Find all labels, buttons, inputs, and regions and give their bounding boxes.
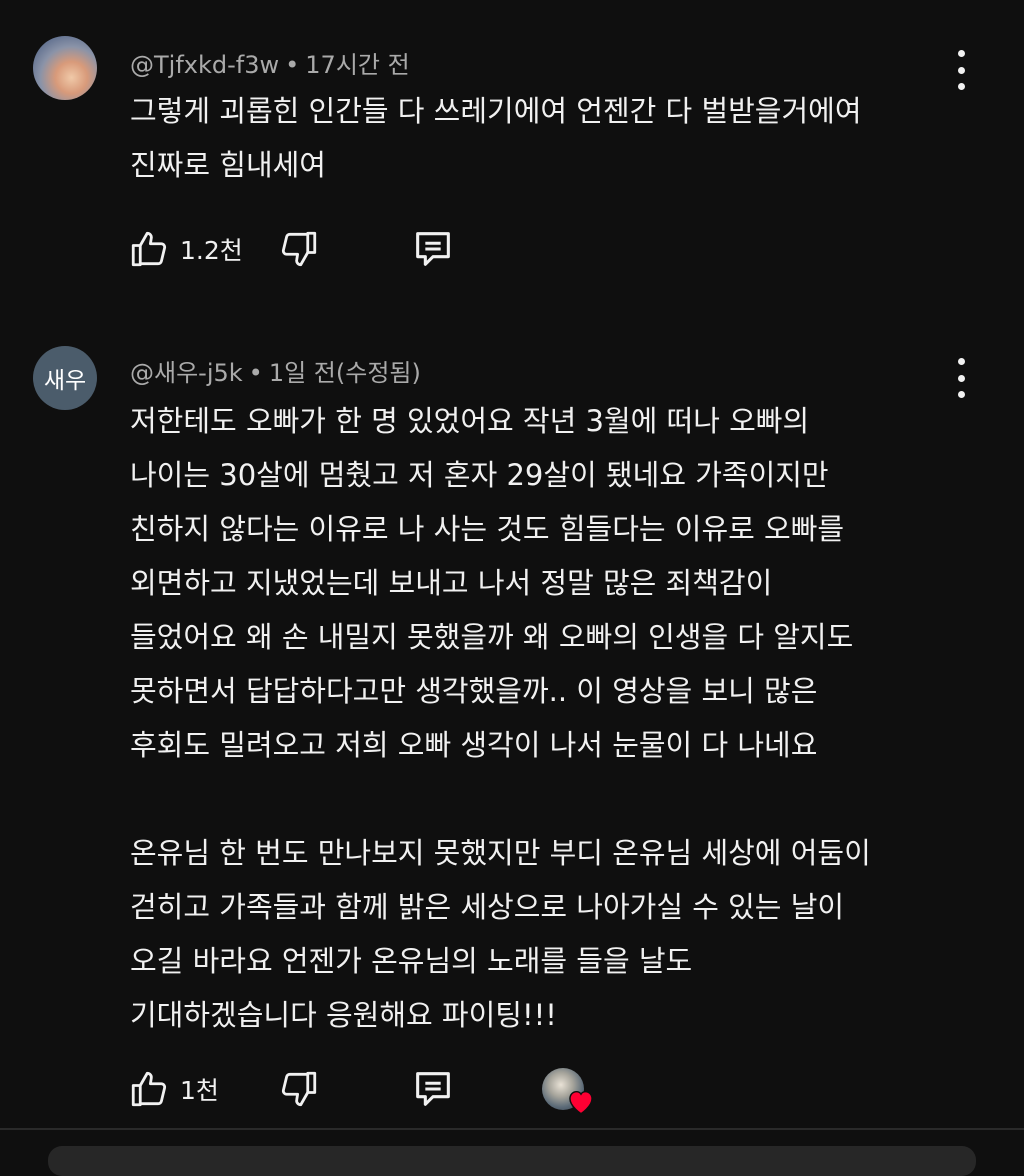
like-count: 1.2천 [180, 236, 243, 265]
creator-heart-icon [569, 1090, 593, 1115]
like-button[interactable]: 1.2천 [128, 226, 243, 272]
thumbs-down-icon [281, 1071, 317, 1107]
comment-actions: 1천 [128, 1066, 648, 1115]
thumbs-up-icon [131, 1071, 167, 1107]
like-count: 1천 [180, 1076, 219, 1105]
comment-time[interactable]: 1일 전(수정됨) [269, 359, 421, 387]
comment-text: 저한테도 오빠가 한 명 있었어요 작년 3월에 떠나 오빠의 나이는 30살에… [130, 404, 871, 1032]
comment-meta: @새우-j5k • 1일 전(수정됨) [130, 353, 421, 388]
author-avatar[interactable]: 새우 [33, 346, 97, 410]
meta-separator: • [285, 51, 300, 79]
bottom-input-bar[interactable] [48, 1146, 976, 1176]
dislike-button[interactable] [278, 1066, 320, 1112]
reply-comment-icon [416, 1072, 450, 1106]
comment-time[interactable]: 17시간 전 [305, 51, 409, 79]
more-options-button[interactable] [949, 358, 973, 398]
thumbs-down-icon [281, 231, 317, 267]
avatar-initial: 새우 [43, 368, 87, 394]
section-divider [0, 1128, 1024, 1130]
dislike-button[interactable] [278, 226, 320, 272]
author-avatar[interactable] [33, 36, 97, 100]
reply-button[interactable] [410, 1066, 456, 1112]
more-vertical-icon [957, 358, 965, 365]
more-vertical-icon [957, 50, 965, 57]
comment-actions: 1.2천 [128, 226, 648, 272]
creator-heart-badge [542, 1068, 598, 1118]
author-handle[interactable]: @새우-j5k [130, 359, 243, 387]
like-button[interactable]: 1천 [128, 1066, 219, 1112]
reply-button[interactable] [410, 226, 456, 272]
comment-meta: @Tjfxkd-f3w • 17시간 전 [130, 45, 410, 80]
author-handle[interactable]: @Tjfxkd-f3w [130, 51, 279, 79]
meta-separator: • [248, 359, 263, 387]
reply-comment-icon [416, 232, 450, 266]
thumbs-up-icon [131, 231, 167, 267]
comment-text: 그렇게 괴롭힌 인간들 다 쓰레기에여 언젠간 다 벌받을거에여 진짜로 힘내세… [130, 94, 862, 182]
